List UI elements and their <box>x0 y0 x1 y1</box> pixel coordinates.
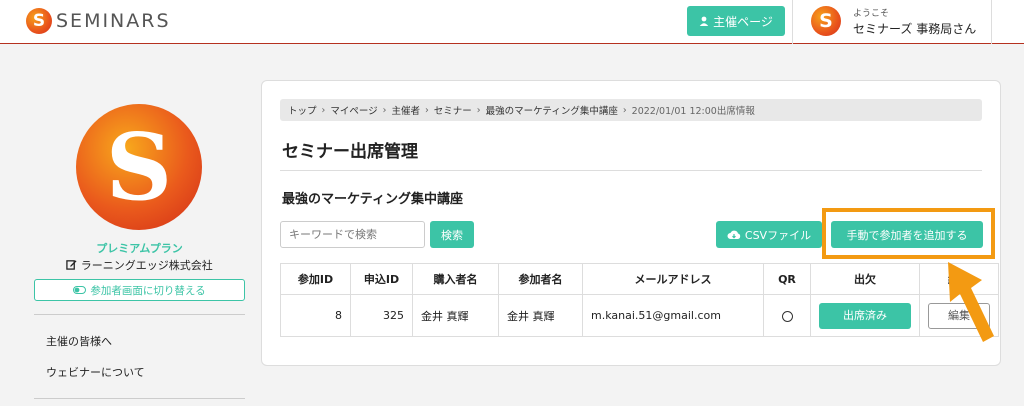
sidebar-link-for-hosts[interactable]: 主催の皆様へ <box>46 333 112 349</box>
qr-status-icon <box>781 310 793 322</box>
cell-participant-id: 8 <box>280 294 351 337</box>
col-attendance: 出欠 <box>810 263 920 295</box>
col-edit: 編集 <box>919 263 999 295</box>
seminars-logo[interactable]: S SEMINARS <box>26 8 171 34</box>
col-buyer-name: 購入者名 <box>412 263 499 295</box>
logo-icon: S <box>26 8 52 34</box>
breadcrumb-top[interactable]: トップ <box>288 103 317 117</box>
csv-download-button[interactable]: CSVファイル <box>716 221 822 248</box>
host-page-label: 主催ページ <box>713 14 773 29</box>
title-divider <box>280 170 982 171</box>
table-header-row: 参加ID 申込ID 購入者名 参加者名 メールアドレス QR 出欠 編集 <box>280 263 999 295</box>
breadcrumb-current: 2022/01/01 12:00出席情報 <box>631 106 755 117</box>
edit-icon <box>66 260 77 270</box>
cell-email: m.kanai.51@gmail.com <box>582 294 764 337</box>
col-participant-name: 参加者名 <box>498 263 583 295</box>
keyword-search-input[interactable] <box>280 221 425 248</box>
company-label: ラーニングエッジ株式会社 <box>80 259 213 272</box>
host-page-button[interactable]: 主催ページ <box>687 6 785 36</box>
switch-label: 参加者画面に切り替える <box>90 284 206 297</box>
seminar-name: 最強のマーケティング集中講座 <box>282 192 463 207</box>
col-qr: QR <box>763 263 811 295</box>
csv-label: CSVファイル <box>744 228 812 242</box>
col-email: メールアドレス <box>582 263 764 295</box>
add-participant-button[interactable]: 手動で参加者を追加する <box>831 221 983 248</box>
table-row: 8 325 金井 真輝 金井 真輝 m.kanai.51@gmail.com 出… <box>280 294 999 337</box>
cell-participant-name: 金井 真輝 <box>498 294 583 337</box>
top-header: S SEMINARS 主催ページ S ようこそ セミナーズ 事務局さん <box>0 0 1024 44</box>
attendance-card: トップ › マイページ › 主催者 › セミナー › 最強のマーケティング集中講座 › 2… <box>261 80 1001 366</box>
col-participant-id: 参加ID <box>280 263 351 295</box>
page-title: セミナー出席管理 <box>282 142 418 162</box>
switch-to-participant-button[interactable]: 参加者画面に切り替える <box>34 279 245 301</box>
cell-buyer-name: 金井 真輝 <box>412 294 499 337</box>
organizer-avatar: S <box>76 104 202 230</box>
user-icon <box>699 16 709 26</box>
logo-text: SEMINARS <box>56 10 171 32</box>
toggle-icon <box>73 286 87 294</box>
company-name[interactable]: ラーニングエッジ株式会社 <box>34 257 245 273</box>
welcome-label: ようこそ <box>853 9 890 19</box>
cell-qr <box>763 294 811 337</box>
plan-label: プレミアムプラン <box>96 242 183 255</box>
breadcrumb-mypage[interactable]: マイページ <box>330 103 377 117</box>
breadcrumb-organizer[interactable]: 主催者 <box>391 103 420 117</box>
edit-button[interactable]: 編集 <box>928 302 990 329</box>
sidebar-divider <box>34 314 245 315</box>
sidebar-divider <box>34 398 245 399</box>
user-avatar: S <box>811 6 841 36</box>
search-button[interactable]: 検索 <box>430 221 474 248</box>
cloud-download-icon <box>727 230 741 239</box>
col-application-id: 申込ID <box>350 263 413 295</box>
cell-application-id: 325 <box>350 294 413 337</box>
username: セミナーズ 事務局さん <box>853 22 977 36</box>
attended-button[interactable]: 出席済み <box>819 302 911 329</box>
breadcrumb-seminar[interactable]: セミナー <box>434 103 472 117</box>
sidebar-link-webinar[interactable]: ウェビナーについて <box>46 364 145 380</box>
breadcrumb-seminar-name[interactable]: 最強のマーケティング集中講座 <box>486 103 618 117</box>
user-menu[interactable]: S ようこそ セミナーズ 事務局さん <box>792 0 992 44</box>
cell-attendance: 出席済み <box>810 294 920 337</box>
breadcrumb: トップ › マイページ › 主催者 › セミナー › 最強のマーケティング集中講座 › 2… <box>280 99 982 121</box>
attendance-table: 参加ID 申込ID 購入者名 参加者名 メールアドレス QR 出欠 編集 8 3… <box>280 263 999 337</box>
cell-edit: 編集 <box>919 294 999 337</box>
